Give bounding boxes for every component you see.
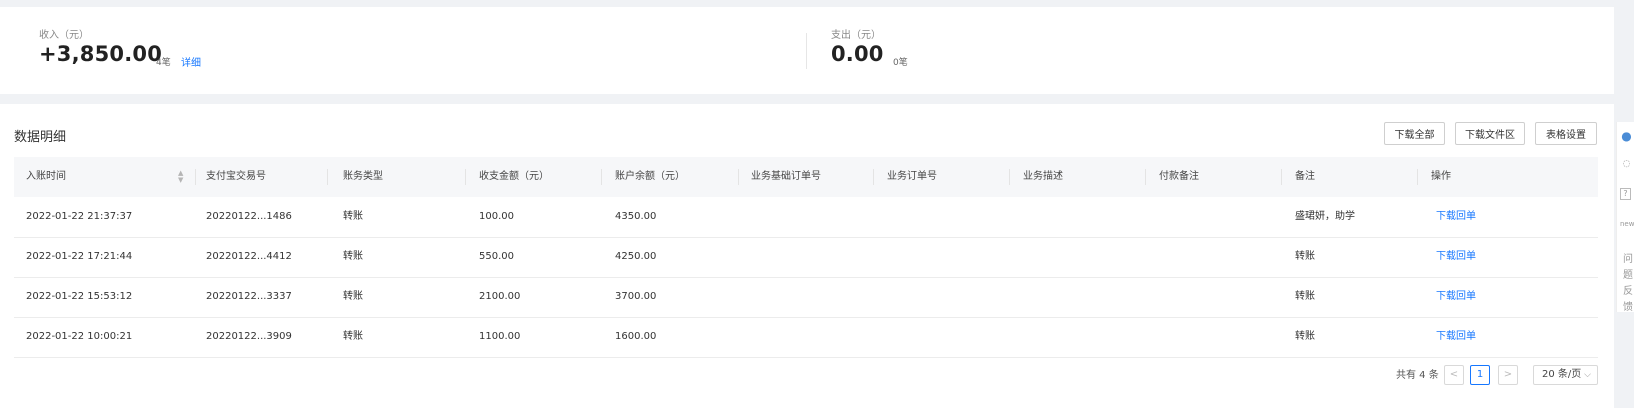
column-divider bbox=[1281, 169, 1282, 185]
cell-type: 转账 bbox=[343, 331, 363, 342]
cell-txn: 20220122...3909 bbox=[206, 331, 292, 342]
download-area-button[interactable]: 下载文件区 bbox=[1455, 122, 1525, 145]
table-row: 2022-01-22 10:00:21 20220122...3909 转账 1… bbox=[14, 317, 1598, 358]
cell-time: 2022-01-22 10:00:21 bbox=[26, 331, 133, 342]
chat-icon[interactable]: ◌ bbox=[1620, 158, 1633, 171]
column-header-time[interactable]: 入账时间 bbox=[26, 157, 66, 197]
page-size-select[interactable]: 20 条/页 ⌵ bbox=[1533, 365, 1598, 385]
column-header-payment-note: 付款备注 bbox=[1159, 171, 1199, 182]
summary-card: 收入（元） +3,850.00 4笔 详细 支出（元） 0.00 0笔 bbox=[0, 7, 1614, 94]
column-divider bbox=[195, 169, 196, 185]
column-divider bbox=[465, 169, 466, 185]
expense-count: 0笔 bbox=[893, 58, 908, 68]
income-count: 4笔 bbox=[156, 58, 171, 68]
table-row: 2022-01-22 21:37:37 20220122...1486 转账 1… bbox=[14, 197, 1598, 238]
sort-icon[interactable]: ▲ ▼ bbox=[178, 170, 183, 184]
column-header-balance: 账户余额（元） bbox=[615, 171, 685, 182]
column-header-type: 账务类型 bbox=[343, 171, 383, 182]
floating-sidebar: ● ◌ ? new 问题反馈 bbox=[1616, 122, 1634, 313]
column-divider bbox=[601, 169, 602, 185]
cell-amount: 550.00 bbox=[479, 251, 514, 262]
help-icon[interactable]: ? bbox=[1620, 188, 1631, 200]
expense-label: 支出（元） bbox=[831, 30, 881, 41]
cell-type: 转账 bbox=[343, 291, 363, 302]
expense-amount: 0.00 bbox=[831, 42, 884, 66]
column-header-txn: 支付宝交易号 bbox=[206, 171, 266, 182]
cell-balance: 4350.00 bbox=[615, 211, 657, 222]
column-divider bbox=[1009, 169, 1010, 185]
download-receipt-link[interactable]: 下载回单 bbox=[1436, 317, 1476, 357]
table-row: 2022-01-22 15:53:12 20220122...3337 转账 2… bbox=[14, 277, 1598, 318]
page-number-button[interactable]: 1 bbox=[1470, 365, 1490, 385]
income-label: 收入（元） bbox=[39, 30, 89, 41]
column-header-amount: 收支金额（元） bbox=[479, 171, 549, 182]
cell-time: 2022-01-22 17:21:44 bbox=[26, 251, 133, 262]
mascot-icon[interactable]: ● bbox=[1620, 130, 1633, 143]
column-divider bbox=[1145, 169, 1146, 185]
cell-remark: 转账 bbox=[1295, 251, 1315, 262]
cell-remark: 盛珺妍，助学 bbox=[1295, 211, 1355, 222]
cell-amount: 1100.00 bbox=[479, 331, 521, 342]
cell-balance: 3700.00 bbox=[615, 291, 657, 302]
column-divider bbox=[738, 169, 739, 185]
table-header: 入账时间 ▲ ▼ 支付宝交易号 账务类型 收支金额（元） 账户余额（元） 业务基础… bbox=[14, 157, 1598, 197]
column-header-description: 业务描述 bbox=[1023, 171, 1063, 182]
cell-time: 2022-01-22 15:53:12 bbox=[26, 291, 133, 302]
column-divider bbox=[327, 169, 328, 185]
download-receipt-link[interactable]: 下载回单 bbox=[1436, 237, 1476, 277]
prev-page-button[interactable]: < bbox=[1444, 365, 1464, 385]
column-header-base-order: 业务基础订单号 bbox=[751, 171, 821, 182]
data-detail-panel: 数据明细 下载全部 下载文件区 表格设置 入账时间 ▲ ▼ 支付宝交易号 账务类型… bbox=[0, 104, 1614, 408]
panel-title: 数据明细 bbox=[14, 130, 67, 145]
income-amount: +3,850.00 bbox=[39, 42, 163, 66]
cell-type: 转账 bbox=[343, 211, 363, 222]
cell-remark: 转账 bbox=[1295, 331, 1315, 342]
download-all-button[interactable]: 下载全部 bbox=[1384, 122, 1445, 145]
feedback-link[interactable]: 问题反馈 bbox=[1623, 252, 1634, 316]
pagination-total: 共有 4 条 bbox=[1396, 370, 1439, 381]
next-page-button[interactable]: > bbox=[1498, 365, 1518, 385]
cell-txn: 20220122...3337 bbox=[206, 291, 292, 302]
column-header-order: 业务订单号 bbox=[887, 171, 937, 182]
download-receipt-link[interactable]: 下载回单 bbox=[1436, 197, 1476, 237]
income-detail-link[interactable]: 详细 bbox=[181, 54, 201, 69]
cell-txn: 20220122...4412 bbox=[206, 251, 292, 262]
new-icon[interactable]: new bbox=[1620, 218, 1634, 231]
page-size-value: 20 条/页 bbox=[1542, 369, 1582, 380]
chevron-down-icon: ⌵ bbox=[1584, 370, 1591, 380]
cell-amount: 100.00 bbox=[479, 211, 514, 222]
column-divider bbox=[1417, 169, 1418, 185]
cell-time: 2022-01-22 21:37:37 bbox=[26, 211, 133, 222]
column-header-action: 操作 bbox=[1431, 171, 1451, 182]
table-settings-button[interactable]: 表格设置 bbox=[1535, 122, 1597, 145]
cell-type: 转账 bbox=[343, 251, 363, 262]
cell-txn: 20220122...1486 bbox=[206, 211, 292, 222]
cell-amount: 2100.00 bbox=[479, 291, 521, 302]
cell-remark: 转账 bbox=[1295, 291, 1315, 302]
cell-balance: 1600.00 bbox=[615, 331, 657, 342]
column-header-remark: 备注 bbox=[1295, 171, 1315, 182]
summary-divider bbox=[806, 33, 807, 69]
cell-balance: 4250.00 bbox=[615, 251, 657, 262]
column-divider bbox=[873, 169, 874, 185]
table-row: 2022-01-22 17:21:44 20220122...4412 转账 5… bbox=[14, 237, 1598, 278]
download-receipt-link[interactable]: 下载回单 bbox=[1436, 277, 1476, 317]
